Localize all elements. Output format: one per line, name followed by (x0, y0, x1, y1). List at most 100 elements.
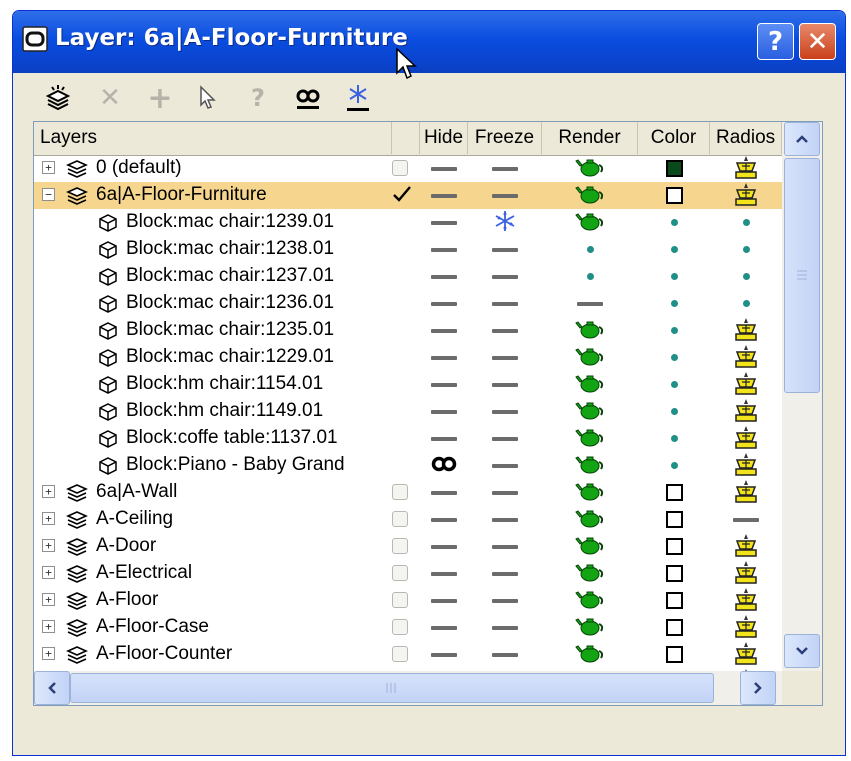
hide-cell[interactable] (420, 155, 468, 182)
object-row[interactable]: Block:mac chair:1237.01 (34, 263, 782, 290)
color-cell[interactable] (638, 425, 710, 452)
color-cell[interactable] (638, 641, 710, 668)
color-cell[interactable] (638, 506, 710, 533)
add-icon[interactable]: + (145, 81, 175, 116)
render-cell[interactable] (542, 371, 638, 398)
color-cell[interactable] (638, 344, 710, 371)
render-cell[interactable] (542, 479, 638, 506)
freeze-cell[interactable] (468, 425, 542, 452)
radiosity-cell[interactable] (710, 317, 782, 344)
render-cell[interactable] (542, 344, 638, 371)
hide-cell[interactable] (420, 614, 468, 641)
freeze-cell[interactable] (468, 290, 542, 317)
expand-icon[interactable]: + (42, 647, 55, 660)
layer-row[interactable]: + A-Door (34, 533, 782, 560)
current-layer-checkbox[interactable] (392, 619, 408, 635)
column-header-freeze[interactable]: Freeze (468, 122, 542, 154)
hide-cell[interactable] (420, 344, 468, 371)
scroll-left-button[interactable] (34, 671, 70, 705)
color-cell[interactable] (638, 236, 710, 263)
layer-row[interactable]: + A-Floor-Case (34, 614, 782, 641)
object-row[interactable]: Block:mac chair:1239.01 (34, 209, 782, 236)
radiosity-cell[interactable] (710, 290, 782, 317)
render-cell[interactable] (542, 425, 638, 452)
hide-cell[interactable] (420, 425, 468, 452)
select-icon[interactable] (193, 83, 223, 113)
hide-cell[interactable] (420, 452, 468, 479)
layer-row[interactable]: +6a|A-Wall (34, 479, 782, 506)
radiosity-cell[interactable] (710, 182, 782, 209)
radiosity-cell[interactable] (710, 506, 782, 533)
radiosity-cell[interactable] (710, 263, 782, 290)
scroll-right-button[interactable] (740, 671, 776, 705)
current-layer-check-icon[interactable] (392, 184, 411, 202)
hide-cell[interactable] (420, 182, 468, 209)
render-cell[interactable] (542, 560, 638, 587)
object-row[interactable]: Block:mac chair:1235.01 (34, 317, 782, 344)
color-cell[interactable] (638, 587, 710, 614)
column-header-render[interactable]: Render (542, 122, 638, 154)
color-cell[interactable] (638, 317, 710, 344)
column-header-current[interactable] (392, 122, 420, 154)
expand-icon[interactable]: + (42, 161, 55, 174)
render-cell[interactable] (542, 236, 638, 263)
render-cell[interactable] (542, 290, 638, 317)
expand-icon[interactable]: + (42, 593, 55, 606)
vertical-scroll-thumb[interactable] (784, 158, 820, 393)
radiosity-cell[interactable] (710, 533, 782, 560)
render-cell[interactable] (542, 641, 638, 668)
freeze-cell[interactable] (468, 155, 542, 182)
radiosity-cell[interactable] (710, 236, 782, 263)
freeze-cell[interactable] (468, 344, 542, 371)
scroll-up-button[interactable] (784, 122, 820, 156)
object-row[interactable]: Block:mac chair:1236.01 (34, 290, 782, 317)
expand-icon[interactable]: + (42, 539, 55, 552)
column-header-radiosity[interactable]: Radios (710, 122, 782, 154)
hide-cell[interactable] (420, 371, 468, 398)
render-cell[interactable] (542, 506, 638, 533)
render-cell[interactable] (542, 209, 638, 236)
current-layer-checkbox[interactable] (392, 565, 408, 581)
object-row[interactable]: Block:hm chair:1154.01 (34, 371, 782, 398)
horizontal-scroll-thumb[interactable] (70, 673, 714, 703)
freeze-all-icon[interactable] (343, 83, 373, 113)
scroll-down-button[interactable] (784, 634, 820, 668)
radiosity-cell[interactable] (710, 560, 782, 587)
radiosity-cell[interactable] (710, 614, 782, 641)
layer-row[interactable]: + A-Electrical (34, 560, 782, 587)
hide-cell[interactable] (420, 506, 468, 533)
freeze-cell[interactable] (468, 236, 542, 263)
freeze-cell[interactable] (468, 587, 542, 614)
radiosity-cell[interactable] (710, 398, 782, 425)
color-cell[interactable] (638, 290, 710, 317)
hide-cell[interactable] (420, 560, 468, 587)
object-row[interactable]: Block:coffe table:1137.01 (34, 425, 782, 452)
current-layer-checkbox[interactable] (392, 484, 408, 500)
freeze-cell[interactable] (468, 182, 542, 209)
current-layer-checkbox[interactable] (392, 646, 408, 662)
freeze-cell[interactable] (468, 371, 542, 398)
object-row[interactable]: Block:hm chair:1149.01 (34, 398, 782, 425)
hide-cell[interactable] (420, 236, 468, 263)
layer-row[interactable]: + A-Ceiling (34, 506, 782, 533)
horizontal-scrollbar[interactable] (34, 671, 782, 705)
render-cell[interactable] (542, 533, 638, 560)
hide-cell[interactable] (420, 398, 468, 425)
color-cell[interactable] (638, 452, 710, 479)
freeze-cell[interactable] (468, 263, 542, 290)
expand-icon[interactable]: + (42, 566, 55, 579)
render-cell[interactable] (542, 155, 638, 182)
freeze-cell[interactable] (468, 641, 542, 668)
freeze-cell[interactable] (468, 452, 542, 479)
current-layer-checkbox[interactable] (392, 511, 408, 527)
layer-row[interactable]: +0 (default) (34, 155, 782, 182)
expand-icon[interactable]: + (42, 620, 55, 633)
hide-cell[interactable] (420, 317, 468, 344)
freeze-cell[interactable] (468, 506, 542, 533)
help-button[interactable]: ? (757, 23, 794, 60)
color-cell[interactable] (638, 560, 710, 587)
render-cell[interactable] (542, 614, 638, 641)
freeze-cell[interactable] (468, 533, 542, 560)
color-cell[interactable] (638, 155, 710, 182)
layer-row[interactable]: − 6a|A-Floor-Furniture (34, 182, 782, 209)
